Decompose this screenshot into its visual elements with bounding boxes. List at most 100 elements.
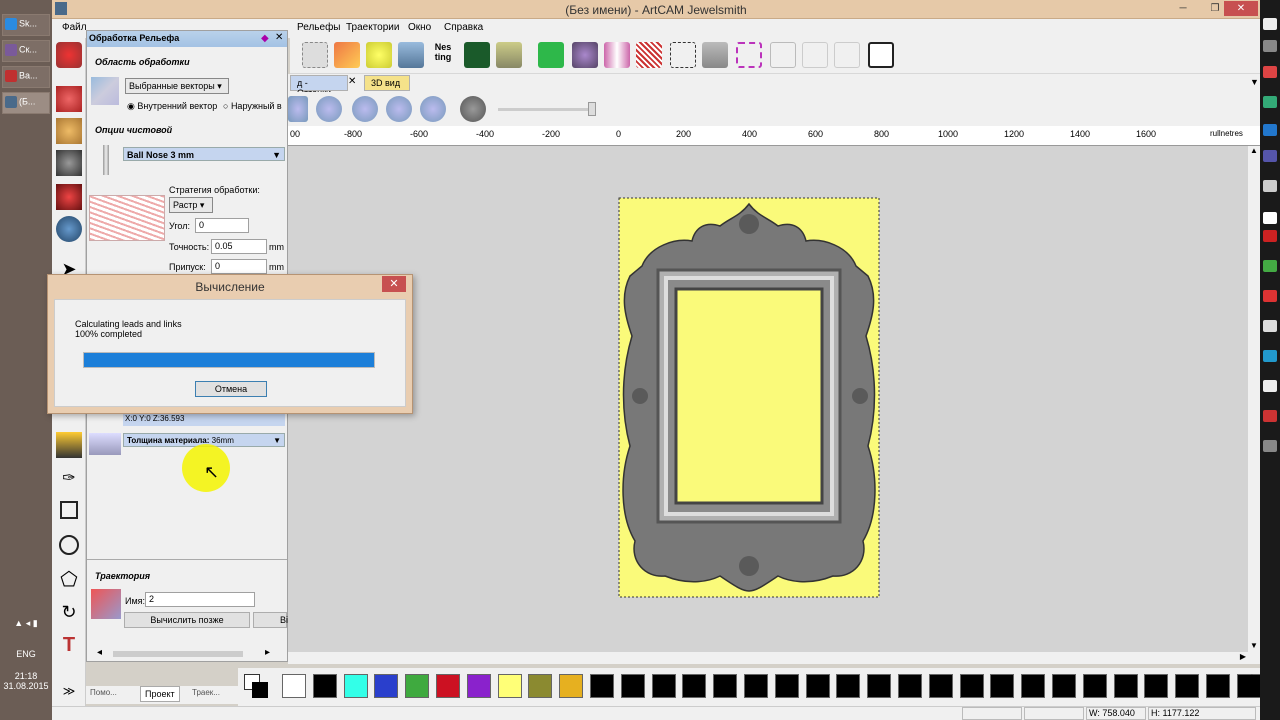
toolpath-name-input[interactable]: 2	[145, 592, 255, 607]
color-swatch[interactable]	[1144, 674, 1169, 698]
secondary-color-swatch[interactable]	[252, 682, 268, 698]
system-icon[interactable]	[1263, 350, 1277, 362]
tab-3d-view[interactable]: 3D вид	[364, 75, 410, 91]
palette-up-icon[interactable]: ▲	[1248, 672, 1256, 681]
radio-outer-vector[interactable]: ○ Наружный в	[223, 101, 282, 111]
system-icon[interactable]	[1263, 150, 1277, 162]
zoom-prev-icon[interactable]	[288, 96, 308, 122]
sphere-icon[interactable]	[56, 216, 82, 242]
ellipse-tool-icon[interactable]	[59, 535, 79, 555]
tab-toolpaths[interactable]: Траек...	[192, 688, 220, 697]
color-swatch[interactable]	[528, 674, 553, 698]
zoom-fit-icon[interactable]	[386, 96, 412, 122]
vector-tool-icon[interactable]	[302, 42, 328, 68]
prong-icon[interactable]	[56, 184, 82, 210]
tab-help[interactable]: Помо...	[90, 688, 117, 697]
blend-icon[interactable]	[802, 42, 828, 68]
radio-inner-vector[interactable]: ◉ Внутренний вектор	[127, 101, 217, 112]
strategy-select[interactable]: Растр ▾	[169, 197, 213, 213]
color-swatch[interactable]	[374, 674, 399, 698]
panel-scroll-right-icon[interactable]: ▸	[265, 647, 270, 658]
color-swatch[interactable]	[1082, 674, 1107, 698]
zoom-in-icon[interactable]	[316, 96, 342, 122]
relief-shape-icon[interactable]	[366, 42, 392, 68]
system-icon[interactable]	[1263, 230, 1277, 242]
menu-window[interactable]: Окно	[408, 22, 431, 33]
design-canvas[interactable]	[288, 146, 1248, 652]
clock-date[interactable]: 31.08.2015	[0, 681, 52, 691]
color-swatch[interactable]	[1052, 674, 1076, 698]
zoom-slider[interactable]	[498, 108, 594, 111]
weave-tool-icon[interactable]	[636, 42, 662, 68]
color-swatch[interactable]	[744, 674, 768, 698]
language-indicator[interactable]: ENG	[0, 649, 52, 659]
color-swatch[interactable]	[990, 674, 1015, 698]
system-icon[interactable]	[1263, 260, 1277, 272]
relief-tool-icon[interactable]	[56, 42, 82, 68]
bezel-tool-icon[interactable]	[604, 42, 630, 68]
angle-input[interactable]: 0	[195, 218, 249, 233]
select-points-icon[interactable]	[670, 42, 696, 68]
area-select[interactable]: Выбранные векторы ▾	[125, 78, 229, 94]
color-swatch[interactable]	[651, 674, 676, 698]
fit-view-icon[interactable]	[868, 42, 894, 68]
color-swatch[interactable]	[682, 674, 707, 698]
panel-scroll-thumb[interactable]	[113, 651, 243, 657]
cancel-button[interactable]: Отмена	[195, 381, 267, 397]
rectangle-tool-icon[interactable]	[60, 501, 78, 519]
close-tab-icon[interactable]: ✕	[348, 76, 360, 87]
fillet-icon[interactable]	[834, 42, 860, 68]
draw-curve-icon[interactable]	[334, 42, 360, 68]
system-icon[interactable]	[1263, 212, 1277, 224]
zoom-slider-handle[interactable]	[588, 102, 596, 116]
vertical-scrollbar[interactable]: ▲ ▼	[1248, 146, 1260, 652]
palette-down-icon[interactable]: ▼	[1248, 690, 1256, 699]
material-icon[interactable]	[496, 42, 522, 68]
minimize-button[interactable]: ─	[1172, 1, 1194, 16]
taskbar-item-2[interactable]: Ск...	[2, 40, 50, 62]
color-swatch[interactable]	[436, 674, 460, 698]
menu-help[interactable]: Справка	[444, 22, 483, 33]
menu-reliefs[interactable]: Рельефы	[297, 22, 340, 33]
scroll-down-icon[interactable]: ▼	[1248, 641, 1260, 650]
system-icon[interactable]	[1263, 290, 1277, 302]
color-swatch[interactable]	[590, 674, 614, 698]
system-icon[interactable]	[1263, 66, 1277, 78]
color-swatch[interactable]	[928, 674, 953, 698]
color-swatch[interactable]	[620, 674, 645, 698]
polygon-tool-icon[interactable]: ⬠	[56, 568, 82, 594]
system-icon[interactable]	[1263, 320, 1277, 332]
shape-tool-icon[interactable]	[702, 42, 728, 68]
maximize-button[interactable]: ❐	[1204, 1, 1226, 16]
taskbar-item-3[interactable]: Ва...	[2, 66, 50, 88]
system-icon[interactable]	[1263, 440, 1277, 452]
tab-shades[interactable]: д - Оттенки	[290, 75, 348, 98]
transform-icon[interactable]	[736, 42, 762, 68]
color-swatch[interactable]	[497, 674, 522, 698]
gem-icon[interactable]	[56, 118, 82, 144]
text-tool-icon[interactable]: T	[56, 632, 82, 658]
system-icon[interactable]	[1263, 40, 1277, 52]
color-swatch[interactable]	[867, 674, 892, 698]
panel-scroll-left-icon[interactable]: ◂	[97, 647, 102, 658]
taskbar-item-skype[interactable]: Sk...	[2, 14, 50, 36]
scroll-right-icon[interactable]: ▶	[1240, 652, 1246, 661]
color-swatch[interactable]	[805, 674, 830, 698]
system-icon[interactable]	[1263, 18, 1277, 30]
color-swatch[interactable]	[312, 674, 337, 698]
allowance-input[interactable]: 0	[211, 259, 267, 274]
pin-icon[interactable]: ◆	[261, 33, 269, 44]
color-swatch[interactable]	[559, 674, 584, 698]
color-swatch[interactable]	[405, 674, 430, 698]
bezier-tool-icon[interactable]: ✑	[56, 468, 82, 494]
stone-setting-icon[interactable]	[56, 86, 82, 112]
menu-file[interactable]: Файл	[62, 22, 87, 33]
color-swatch[interactable]	[836, 674, 861, 698]
menu-toolpaths[interactable]: Траектории	[346, 22, 399, 33]
panel-close-icon[interactable]: ✕	[275, 32, 283, 43]
shank-icon[interactable]	[56, 150, 82, 176]
clock-time[interactable]: 21:18	[0, 671, 52, 681]
color-swatch[interactable]	[774, 674, 799, 698]
relief-layers-icon[interactable]	[398, 42, 424, 68]
color-swatch[interactable]	[1206, 674, 1230, 698]
